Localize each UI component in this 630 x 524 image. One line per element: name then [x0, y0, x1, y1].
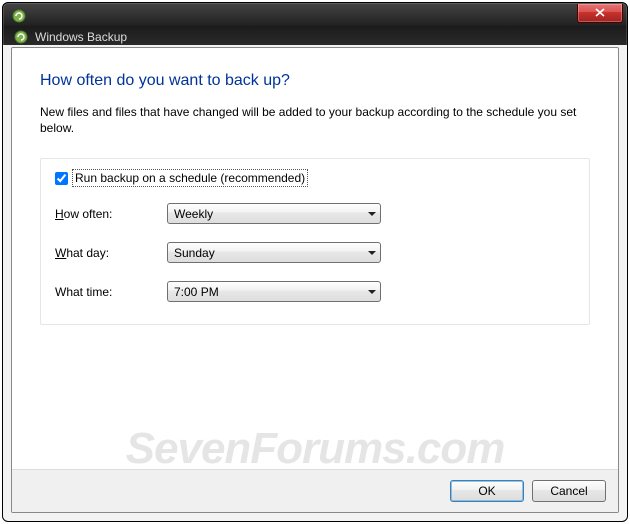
client-area: How often do you want to back up? New fi… — [11, 47, 619, 513]
label-how-often: How often: — [55, 207, 167, 221]
schedule-group: Run backup on a schedule (recommended) H… — [40, 158, 590, 325]
label-what-time: What time: — [55, 285, 167, 299]
combo-what-day[interactable]: Sunday — [167, 242, 381, 263]
row-how-often: How often: Weekly — [55, 203, 575, 224]
label-what-day: What day: — [55, 246, 167, 260]
combo-what-time[interactable]: 7:00 PM — [167, 281, 381, 302]
schedule-checkbox-label[interactable]: Run backup on a schedule (recommended) — [74, 171, 306, 185]
schedule-checkbox[interactable] — [55, 172, 68, 185]
app-icon — [11, 8, 27, 24]
chevron-down-icon — [368, 290, 376, 294]
chevron-down-icon — [368, 212, 376, 216]
combo-what-day-value: Sunday — [174, 246, 215, 260]
cancel-button[interactable]: Cancel — [532, 480, 606, 502]
combo-how-often[interactable]: Weekly — [167, 203, 381, 224]
app-title: Windows Backup — [35, 30, 127, 44]
window-frame: Windows Backup How often do you want to … — [2, 2, 628, 522]
close-button[interactable] — [577, 4, 623, 23]
ok-button[interactable]: OK — [450, 480, 524, 502]
chevron-down-icon — [368, 251, 376, 255]
backup-icon — [13, 29, 29, 45]
row-what-time: What time: 7:00 PM — [55, 281, 575, 302]
breadcrumb: Windows Backup — [3, 29, 627, 47]
button-bar: OK Cancel — [12, 469, 618, 512]
combo-what-time-value: 7:00 PM — [174, 285, 219, 299]
titlebar — [3, 3, 627, 29]
page-title: How often do you want to back up? — [40, 72, 590, 90]
close-icon — [595, 8, 605, 17]
row-what-day: What day: Sunday — [55, 242, 575, 263]
page-description: New files and files that have changed wi… — [40, 104, 590, 136]
combo-how-often-value: Weekly — [174, 207, 213, 221]
